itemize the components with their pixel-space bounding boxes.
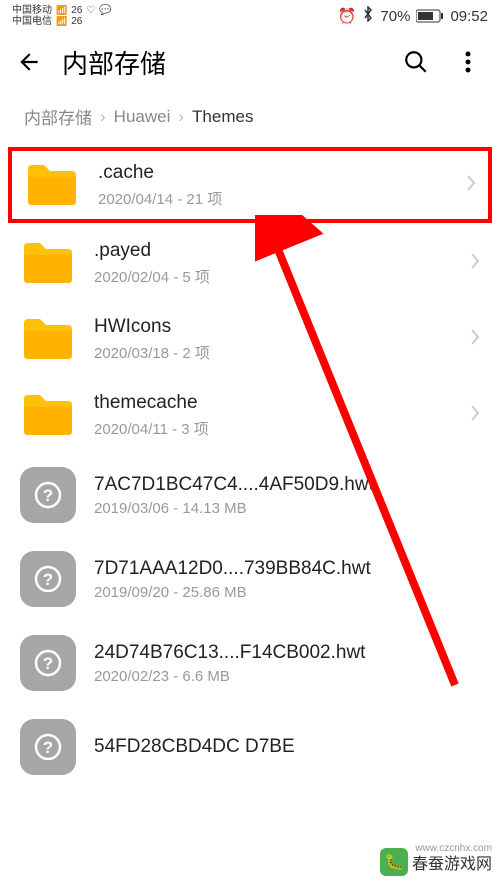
battery-icon bbox=[416, 9, 444, 23]
more-menu-button[interactable] bbox=[452, 50, 484, 74]
file-info: 54FD28CBD4DC D7BE bbox=[94, 736, 480, 758]
file-item[interactable]: ? 7AC7D1BC47C4....4AF50D9.hwt 2019/03/06 -… bbox=[0, 453, 500, 537]
svg-text:?: ? bbox=[43, 738, 53, 757]
chevron-right-icon: › bbox=[100, 107, 106, 127]
status-right: ⏰ 70% 09:52 bbox=[338, 6, 488, 26]
battery-pct: 70% bbox=[380, 8, 410, 25]
breadcrumb-item[interactable]: 内部存储 bbox=[24, 104, 92, 129]
folder-icon bbox=[24, 161, 80, 209]
signal-icon-2: 📶 bbox=[56, 17, 67, 27]
breadcrumb-item[interactable]: Huawei bbox=[114, 107, 171, 127]
file-item[interactable]: .payed 2020/02/04 - 5 项 bbox=[0, 225, 500, 301]
file-info: 7AC7D1BC47C4....4AF50D9.hwt 2019/03/06 - … bbox=[94, 474, 480, 517]
svg-text:?: ? bbox=[43, 654, 53, 673]
file-info: HWIcons 2020/03/18 - 2 项 bbox=[94, 316, 452, 363]
alarm-icon: ⏰ bbox=[338, 7, 357, 25]
clock-time: 09:52 bbox=[450, 8, 488, 25]
signal-icon-1: 📶 bbox=[56, 6, 67, 16]
file-item[interactable]: .cache 2020/04/14 - 21 项 bbox=[8, 147, 492, 223]
bluetooth-icon bbox=[362, 6, 374, 26]
back-button[interactable] bbox=[16, 49, 42, 75]
file-icon: ? bbox=[20, 635, 76, 691]
file-item[interactable]: ? 54FD28CBD4DC D7BE bbox=[0, 705, 500, 789]
file-name: 7AC7D1BC47C4....4AF50D9.hwt bbox=[94, 474, 480, 496]
watermark-text: 春蚕游戏网 bbox=[412, 850, 492, 874]
net-label-1: 26 bbox=[71, 5, 82, 16]
app-header: 内部存储 bbox=[0, 32, 500, 92]
carrier-2: 中国电信 bbox=[12, 16, 52, 27]
file-item[interactable]: themecache 2020/04/11 - 3 项 bbox=[0, 377, 500, 453]
file-meta: 2020/04/11 - 3 项 bbox=[94, 418, 452, 439]
file-meta: 2020/03/18 - 2 项 bbox=[94, 342, 452, 363]
file-item[interactable]: ? 24D74B76C13....F14CB002.hwt 2020/02/23 -… bbox=[0, 621, 500, 705]
net-label-2: 26 bbox=[71, 16, 82, 27]
chevron-right-icon: › bbox=[178, 107, 184, 127]
chevron-right-icon bbox=[470, 252, 480, 275]
file-meta: 2020/02/04 - 5 项 bbox=[94, 266, 452, 287]
file-meta: 2020/02/23 - 6.6 MB bbox=[94, 668, 480, 685]
file-name: 7D71AAA12D0....739BB84C.hwt bbox=[94, 558, 480, 580]
page-title: 内部存储 bbox=[62, 44, 380, 81]
file-info: 24D74B76C13....F14CB002.hwt 2020/02/23 - … bbox=[94, 642, 480, 685]
file-list: .cache 2020/04/14 - 21 项 .payed 2020/02/04 … bbox=[0, 147, 500, 789]
breadcrumb-current: Themes bbox=[192, 107, 253, 127]
file-icon: ? bbox=[20, 551, 76, 607]
status-bar: 中国移动 📶 26 ♡ 💬 中国电信 📶 26 ⏰ 70% 09:52 bbox=[0, 0, 500, 32]
watermark-icon: 🐛 bbox=[380, 848, 408, 876]
file-name: .payed bbox=[94, 240, 452, 262]
file-info: themecache 2020/04/11 - 3 项 bbox=[94, 392, 452, 439]
file-meta: 2019/09/20 - 25.86 MB bbox=[94, 584, 480, 601]
svg-text:?: ? bbox=[43, 570, 53, 589]
carrier-1: 中国移动 bbox=[12, 5, 52, 16]
folder-icon bbox=[20, 391, 76, 439]
folder-icon bbox=[20, 239, 76, 287]
file-name: 24D74B76C13....F14CB002.hwt bbox=[94, 642, 480, 664]
folder-icon bbox=[20, 315, 76, 363]
file-name: HWIcons bbox=[94, 316, 452, 338]
file-info: .payed 2020/02/04 - 5 项 bbox=[94, 240, 452, 287]
file-name: .cache bbox=[98, 162, 448, 184]
file-item[interactable]: HWIcons 2020/03/18 - 2 项 bbox=[0, 301, 500, 377]
svg-text:?: ? bbox=[43, 486, 53, 505]
search-button[interactable] bbox=[400, 49, 432, 75]
watermark: 🐛 春蚕游戏网 bbox=[380, 848, 492, 876]
file-name: 54FD28CBD4DC D7BE bbox=[94, 736, 480, 758]
heart-icon: ♡ bbox=[86, 5, 95, 16]
chevron-right-icon bbox=[470, 404, 480, 427]
wechat-icon: 💬 bbox=[99, 5, 111, 16]
chevron-right-icon bbox=[470, 328, 480, 351]
file-info: 7D71AAA12D0....739BB84C.hwt 2019/09/20 - … bbox=[94, 558, 480, 601]
file-item[interactable]: ? 7D71AAA12D0....739BB84C.hwt 2019/09/20 -… bbox=[0, 537, 500, 621]
file-meta: 2019/03/06 - 14.13 MB bbox=[94, 500, 480, 517]
file-info: .cache 2020/04/14 - 21 项 bbox=[98, 162, 448, 209]
file-icon: ? bbox=[20, 467, 76, 523]
file-name: themecache bbox=[94, 392, 452, 414]
breadcrumb: 内部存储 › Huawei › Themes bbox=[0, 92, 500, 145]
file-meta: 2020/04/14 - 21 项 bbox=[98, 188, 448, 209]
file-icon: ? bbox=[20, 719, 76, 775]
chevron-right-icon bbox=[466, 174, 476, 197]
status-left: 中国移动 📶 26 ♡ 💬 中国电信 📶 26 bbox=[12, 5, 112, 27]
